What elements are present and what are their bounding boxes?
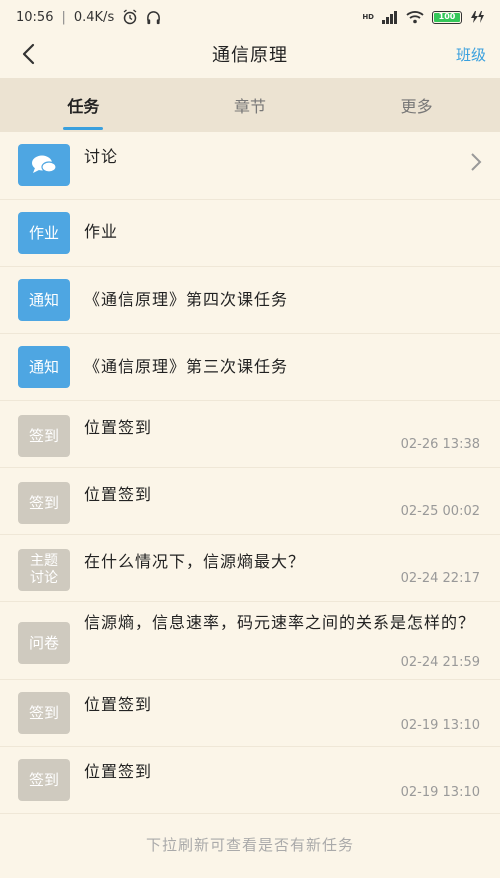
item-badge: 作业 xyxy=(18,212,70,254)
item-badge: 问卷 xyxy=(18,622,70,664)
task-list: 讨论 作业 作业 通知 《通信原理》第四次课任务 通知 《通信原理》第三次课任务… xyxy=(0,132,500,814)
list-item-title: 位置签到 xyxy=(84,762,153,781)
tab-chapters[interactable]: 章节 xyxy=(167,78,334,132)
list-item-time: 02-24 21:59 xyxy=(400,655,480,670)
list-item-title: 信源熵，信息速率，码元速率之间的关系是怎样的？ xyxy=(84,613,476,632)
list-item-body: 位置签到 xyxy=(70,759,500,785)
network-speed: 0.4K/s xyxy=(73,9,115,25)
alarm-icon xyxy=(123,9,137,25)
chat-bubbles-icon xyxy=(18,144,70,186)
badge-line-1: 主题 xyxy=(30,553,58,569)
list-item-body: 作业 xyxy=(70,212,500,245)
list-item-discussion[interactable]: 讨论 xyxy=(0,132,500,200)
status-separator: | xyxy=(61,9,66,25)
item-badge: 签到 xyxy=(18,692,70,734)
item-badge: 签到 xyxy=(18,415,70,457)
status-bar: 10:56 | 0.4K/s HD 100 xyxy=(0,0,500,34)
back-arrow-icon[interactable] xyxy=(16,40,44,68)
chevron-right-icon xyxy=(471,153,482,171)
list-item-homework[interactable]: 作业 作业 xyxy=(0,200,500,267)
list-item-notice-4[interactable]: 通知 《通信原理》第四次课任务 xyxy=(0,267,500,334)
list-item-body: 《通信原理》第三次课任务 xyxy=(70,346,500,380)
list-item-time: 02-24 22:17 xyxy=(400,571,480,586)
class-button[interactable]: 班级 xyxy=(456,44,486,65)
signal-icon xyxy=(382,10,397,24)
item-badge: 通知 xyxy=(18,279,70,321)
status-left: 10:56 | 0.4K/s xyxy=(16,9,161,25)
battery-icon: 100 xyxy=(432,10,462,24)
list-item-time: 02-19 13:10 xyxy=(400,785,480,800)
item-badge: 主题 讨论 xyxy=(18,549,70,591)
list-item-checkin[interactable]: 签到 位置签到 02-25 00:02 xyxy=(0,468,500,535)
pull-to-refresh-hint: 下拉刷新可查看是否有新任务 xyxy=(145,836,354,854)
list-item-title: 讨论 xyxy=(84,147,119,166)
list-item-title: 位置签到 xyxy=(84,695,153,714)
list-item-title: 《通信原理》第四次课任务 xyxy=(84,290,289,309)
headphones-icon xyxy=(147,10,161,24)
list-item-body: 《通信原理》第四次课任务 xyxy=(70,279,500,313)
list-item-questionnaire[interactable]: 问卷 信源熵，信息速率，码元速率之间的关系是怎样的？ 02-24 21:59 xyxy=(0,602,500,680)
tab-tasks[interactable]: 任务 xyxy=(0,78,167,132)
list-item-notice-3[interactable]: 通知 《通信原理》第三次课任务 xyxy=(0,334,500,401)
badge-line-2: 讨论 xyxy=(30,570,58,586)
tab-more[interactable]: 更多 xyxy=(333,78,500,132)
charging-icon xyxy=(471,11,484,23)
list-item-time: 02-26 13:38 xyxy=(400,437,480,452)
tab-bar: 任务 章节 更多 xyxy=(0,78,500,132)
page-title: 通信原理 xyxy=(212,45,288,66)
wifi-icon xyxy=(406,11,424,24)
list-item-topic-discussion[interactable]: 主题 讨论 在什么情况下，信源熵最大？ 02-24 22:17 xyxy=(0,535,500,602)
status-time: 10:56 xyxy=(16,9,54,25)
status-right: HD 100 xyxy=(362,10,484,24)
list-item-time: 02-25 00:02 xyxy=(400,504,480,519)
list-item-body: 位置签到 xyxy=(70,692,500,718)
hd-label: HD xyxy=(362,13,374,21)
navbar: 通信原理 班级 xyxy=(0,34,500,74)
list-item-time: 02-19 13:10 xyxy=(400,718,480,733)
list-item-title: 作业 xyxy=(84,222,119,241)
list-item-body: 讨论 xyxy=(70,144,500,170)
item-badge: 签到 xyxy=(18,759,70,801)
item-badge: 通知 xyxy=(18,346,70,388)
list-item-checkin[interactable]: 签到 位置签到 02-19 13:10 xyxy=(0,680,500,747)
list-item-checkin[interactable]: 签到 位置签到 02-19 13:10 xyxy=(0,747,500,814)
list-item-checkin[interactable]: 签到 位置签到 02-26 13:38 xyxy=(0,401,500,468)
list-item-body: 信源熵，信息速率，码元速率之间的关系是怎样的？ xyxy=(70,610,500,636)
item-badge: 签到 xyxy=(18,482,70,524)
battery-level: 100 xyxy=(434,12,460,22)
list-item-title: 《通信原理》第三次课任务 xyxy=(84,357,289,376)
